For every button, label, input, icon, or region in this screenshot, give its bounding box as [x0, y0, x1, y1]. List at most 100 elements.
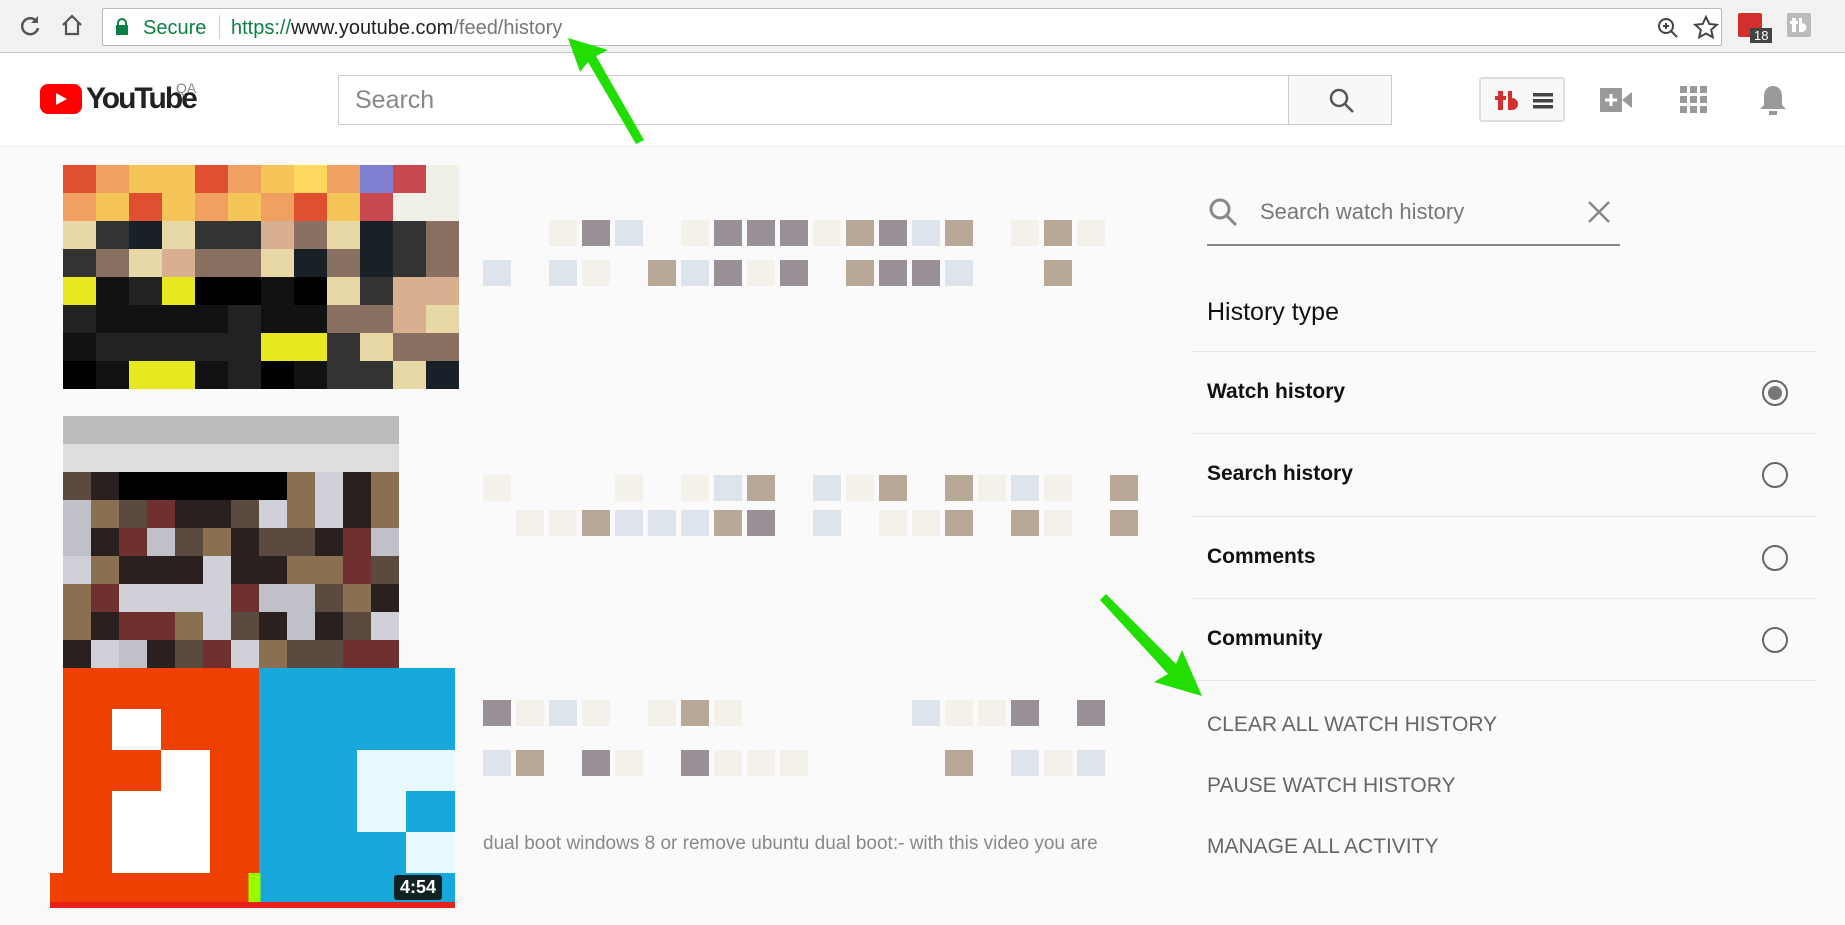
radio-button[interactable]	[1762, 462, 1788, 489]
history-type-option[interactable]: Search history	[1192, 433, 1816, 515]
thumbnail-pixel	[371, 640, 399, 668]
thumbnail-pixel	[371, 556, 399, 584]
thumbnail-pixel	[119, 556, 147, 584]
pixelated-title	[516, 750, 544, 776]
radio-button[interactable]	[1762, 544, 1788, 571]
upload-video-icon[interactable]	[1600, 88, 1632, 112]
thumbnail-pixel	[63, 249, 96, 277]
thumbnail-pixel	[406, 791, 455, 832]
thumbnail-pixel	[343, 612, 371, 640]
pixelated-title	[780, 220, 808, 246]
history-type-option[interactable]: Community	[1192, 597, 1816, 680]
url-text[interactable]: https://www.youtube.com/feed/history	[231, 17, 562, 40]
pixelated-title	[1011, 750, 1039, 776]
pixelated-title	[1044, 750, 1072, 776]
video-thumbnail[interactable]	[63, 416, 399, 668]
clear-search-close-icon[interactable]	[1587, 200, 1611, 224]
tubebuddy-icon	[1495, 91, 1518, 110]
pixelated-title	[1011, 475, 1039, 501]
thumbnail-pixel	[426, 165, 459, 193]
thumbnail-pixel	[259, 556, 287, 584]
thumbnail-pixel	[360, 193, 393, 221]
notifications-bell-icon[interactable]	[1759, 84, 1787, 118]
address-bar[interactable]: Secure https://www.youtube.com/feed/hist…	[102, 8, 1722, 46]
zoom-icon[interactable]	[1656, 16, 1680, 40]
thumbnail-pixel	[426, 305, 459, 333]
thumbnail-pixel	[63, 640, 91, 668]
thumbnail-pixel	[259, 444, 287, 472]
pixelated-title	[549, 510, 577, 536]
video-thumbnail[interactable]	[63, 165, 459, 389]
thumbnail-pixel	[343, 416, 371, 444]
pixelated-title	[483, 260, 511, 286]
thumbnail-pixel	[343, 500, 371, 528]
thumbnail-pixel	[210, 791, 259, 832]
thumbnail-pixel	[261, 193, 294, 221]
thumbnail-pixel	[259, 500, 287, 528]
history-type-option[interactable]: Comments	[1192, 515, 1816, 598]
thumbnail-pixel	[327, 305, 360, 333]
thumbnail-pixel	[406, 668, 455, 709]
pixelated-title	[945, 220, 973, 246]
apps-grid-icon[interactable]	[1680, 86, 1708, 114]
thumbnail-pixel	[357, 668, 406, 709]
thumbnail-pixel	[175, 416, 203, 444]
thumbnail-pixel	[203, 528, 231, 556]
pixelated-title	[846, 475, 874, 501]
thumbnail-pixel	[228, 249, 261, 277]
pause-watch-history-link[interactable]: Pause watch history	[1207, 774, 1456, 798]
thumbnail-pixel	[393, 305, 426, 333]
thumbnail-pixel	[315, 416, 343, 444]
thumbnail-pixel	[426, 193, 459, 221]
thumbnail-pixel	[147, 556, 175, 584]
thumbnail-pixel	[259, 612, 287, 640]
radio-button[interactable]	[1762, 626, 1788, 653]
pixelated-title	[846, 220, 874, 246]
pixelated-title	[1044, 475, 1072, 501]
clear-all-watch-history-link[interactable]: Clear all watch history	[1207, 713, 1497, 737]
thumbnail-pixel	[161, 668, 210, 709]
thumbnail-pixel	[63, 612, 91, 640]
thumbnail-pixel	[147, 640, 175, 668]
youtube-logo-icon[interactable]	[40, 84, 82, 114]
tubebuddy-menu-button[interactable]	[1479, 77, 1565, 122]
history-type-option[interactable]: Watch history	[1192, 351, 1816, 433]
thumbnail-pixel	[259, 750, 308, 791]
thumbnail-pixel	[129, 221, 162, 249]
thumbnail-pixel	[343, 556, 371, 584]
search-watch-history-input[interactable]: Search watch history	[1260, 199, 1464, 225]
home-icon[interactable]	[60, 13, 84, 37]
thumbnail-pixel	[175, 612, 203, 640]
thumbnail-pixel	[261, 221, 294, 249]
bookmark-star-icon[interactable]	[1693, 15, 1719, 41]
video-description: dual boot windows 8 or remove ubuntu dua…	[483, 833, 1098, 854]
thumbnail-pixel	[175, 640, 203, 668]
thumbnail-pixel	[210, 668, 259, 709]
thumbnail-pixel	[119, 640, 147, 668]
thumbnail-pixel	[210, 750, 259, 791]
pixelated-title	[1011, 510, 1039, 536]
manage-all-activity-link[interactable]: Manage all activity	[1207, 835, 1438, 859]
thumbnail-pixel	[231, 500, 259, 528]
thumbnail-pixel	[129, 305, 162, 333]
thumbnail-pixel	[371, 472, 399, 500]
thumbnail-pixel	[96, 277, 129, 305]
pixelated-title	[714, 260, 742, 286]
thumbnail-pixel	[195, 221, 228, 249]
pixelated-title	[978, 475, 1006, 501]
search-button[interactable]	[1288, 75, 1392, 125]
pixelated-title	[615, 475, 643, 501]
reload-icon[interactable]	[18, 14, 42, 38]
pixelated-title	[978, 700, 1006, 726]
pixelated-title	[615, 510, 643, 536]
thumbnail-pixel	[203, 612, 231, 640]
pixelated-title	[912, 510, 940, 536]
pixelated-title	[945, 700, 973, 726]
search-input[interactable]: Search	[338, 75, 1288, 125]
video-thumbnail[interactable]	[63, 668, 455, 873]
tubebuddy-extension-icon[interactable]	[1787, 13, 1811, 37]
thumbnail-pixel	[91, 640, 119, 668]
thumbnail-pixel	[371, 528, 399, 556]
thumbnail-pixel	[203, 500, 231, 528]
radio-button[interactable]	[1762, 380, 1788, 406]
